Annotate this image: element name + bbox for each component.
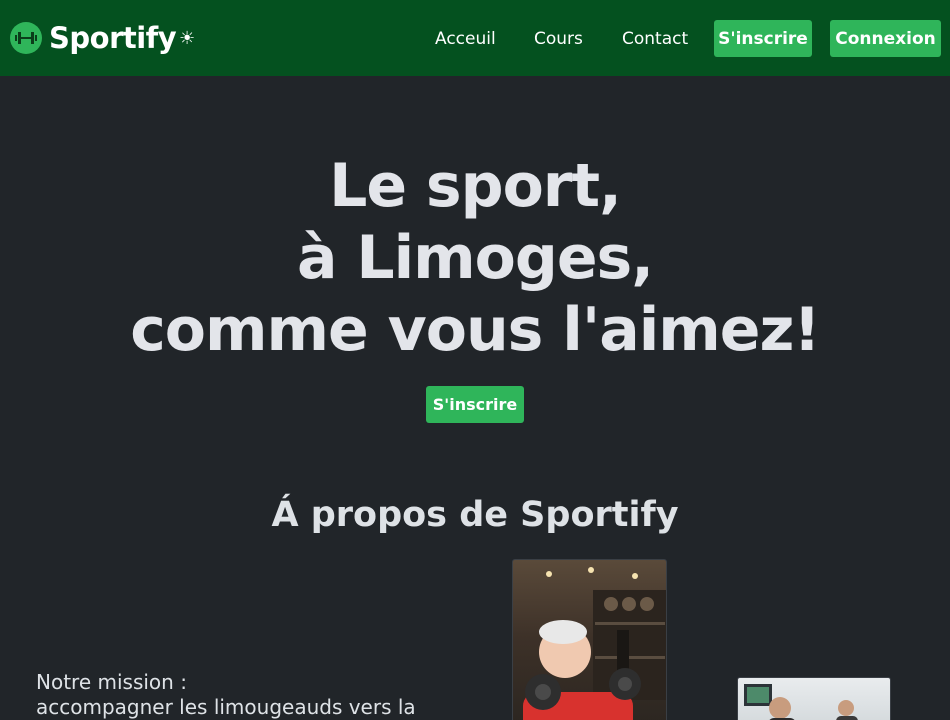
hero-line-1: Le sport, — [329, 151, 622, 221]
hero-signup-button[interactable]: S'inscrire — [426, 386, 524, 423]
about-title: Á propos de Sportify — [271, 495, 679, 535]
dumbbell-icon — [10, 22, 42, 54]
nav-link-contact[interactable]: Contact — [622, 28, 688, 50]
training-photo — [737, 677, 891, 720]
brand[interactable]: Sportify — [10, 17, 177, 59]
nav-link-cours[interactable]: Cours — [534, 28, 583, 50]
senior-dumbbell-photo — [512, 559, 667, 720]
brand-name: Sportify — [49, 21, 177, 55]
mission-body: accompagner les limougeauds vers la — [36, 695, 416, 719]
hero-title: Le sport, à Limoges, comme vous l'aimez! — [0, 150, 950, 366]
login-button[interactable]: Connexion — [830, 20, 941, 57]
hero-line-3: comme vous l'aimez! — [130, 295, 821, 365]
mission-heading: Notre mission : — [36, 670, 187, 694]
hero-line-2: à Limoges, — [296, 223, 654, 293]
signup-button[interactable]: S'inscrire — [714, 20, 812, 57]
top-navbar: Sportify ☀ Acceuil Cours Contact S'inscr… — [0, 0, 950, 76]
mission-text: Notre mission : accompagner les limougea… — [36, 670, 456, 720]
nav-link-accueil[interactable]: Acceuil — [435, 28, 496, 50]
sun-icon[interactable]: ☀ — [179, 28, 195, 50]
